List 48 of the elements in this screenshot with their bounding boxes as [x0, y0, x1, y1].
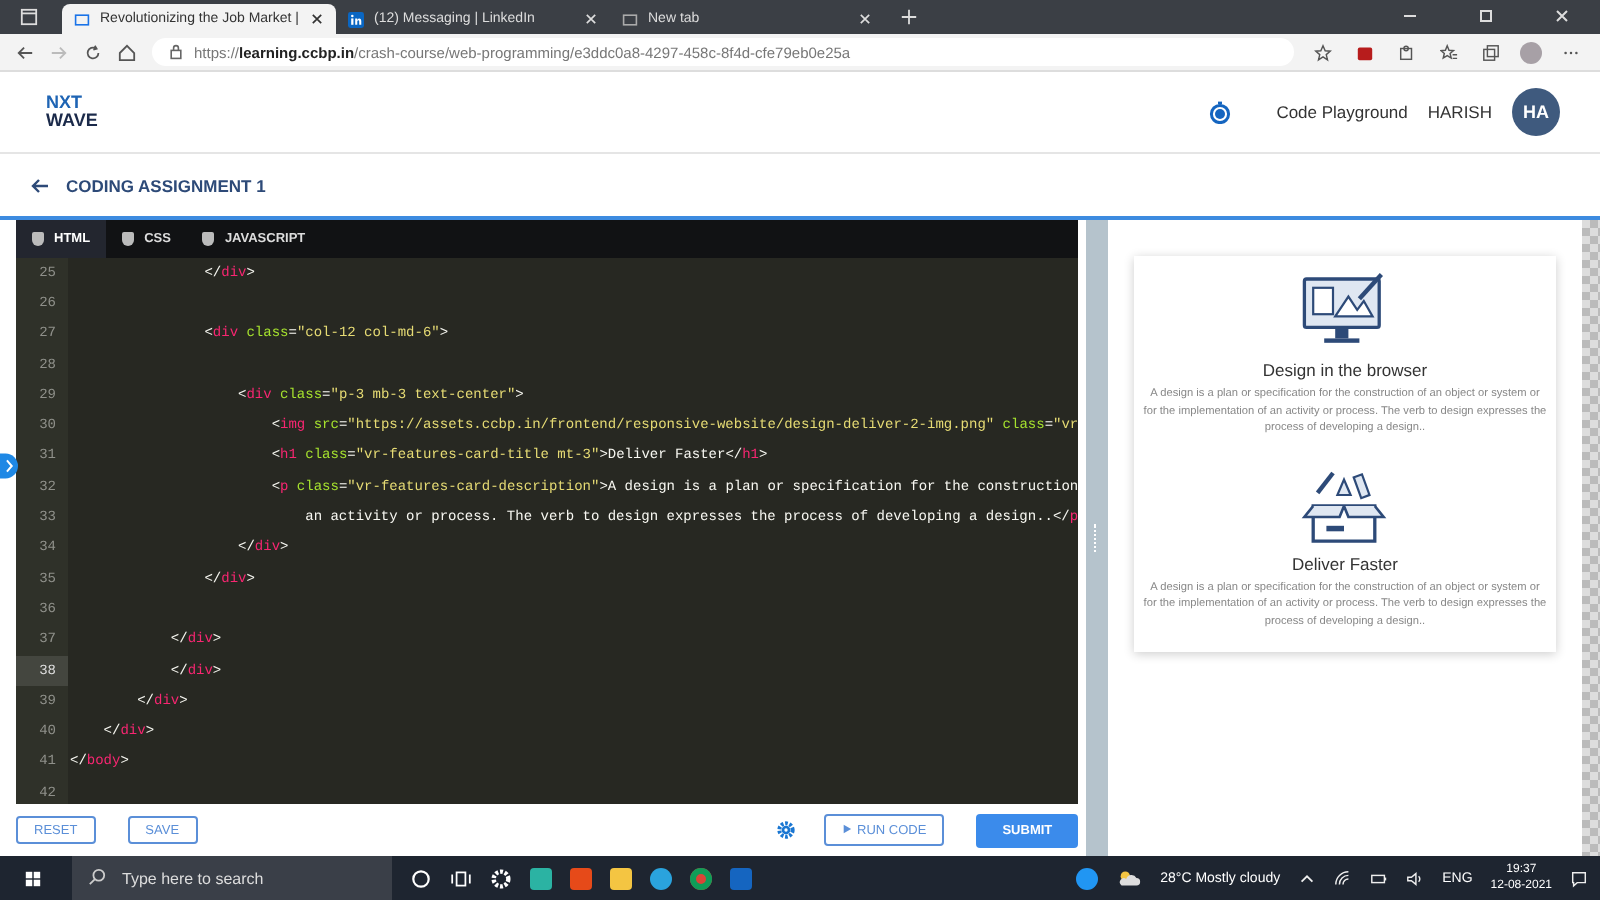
app-icon[interactable]: [730, 867, 752, 889]
code-playground-link[interactable]: Code Playground: [1276, 102, 1408, 122]
play-icon: [841, 823, 852, 833]
cloud-icon: [1116, 868, 1143, 888]
network-icon[interactable]: [1334, 869, 1353, 887]
feature-title: Deliver Faster: [1292, 553, 1398, 574]
page-icon: [622, 11, 638, 27]
user-avatar[interactable]: HA: [1512, 88, 1560, 136]
close-icon[interactable]: [1552, 6, 1572, 26]
file-icon: [122, 232, 135, 246]
expand-button[interactable]: [0, 448, 18, 484]
resize-handle[interactable]: [1086, 220, 1109, 856]
back-icon[interactable]: [16, 43, 34, 61]
feature-title: Design in the browser: [1262, 360, 1428, 380]
extension-icon[interactable]: [1356, 43, 1374, 61]
taskbar-search-field[interactable]: Type here to search: [72, 856, 392, 900]
user-name: HARISH: [1427, 102, 1492, 122]
notifications-icon[interactable]: [1570, 869, 1588, 887]
file-icon: [32, 232, 44, 246]
back-icon[interactable]: [30, 175, 50, 195]
collections-icon[interactable]: [1482, 43, 1500, 61]
chrome-icon[interactable]: [690, 867, 712, 889]
cortana-icon[interactable]: [410, 867, 432, 889]
search-icon: [88, 868, 106, 886]
reload-icon[interactable]: [84, 43, 102, 61]
battery-icon[interactable]: [1370, 869, 1389, 887]
home-icon[interactable]: [118, 43, 136, 61]
windows-start-icon[interactable]: [24, 869, 42, 887]
star-icon[interactable]: [1314, 43, 1332, 61]
tab-actions-icon[interactable]: [20, 8, 38, 26]
telegram-icon[interactable]: [650, 867, 672, 889]
speaker-icon[interactable]: [1406, 869, 1425, 887]
maximize-icon[interactable]: [1476, 6, 1496, 26]
stopwatch-icon[interactable]: [1208, 100, 1233, 124]
logo[interactable]: NXT WAVE: [46, 94, 98, 130]
page-icon: [74, 11, 90, 27]
folder-icon[interactable]: [610, 867, 632, 889]
assignment-title: CODING ASSIGNMENT 1: [66, 175, 266, 195]
lock-icon: [168, 44, 184, 60]
linkedin-icon: [348, 11, 364, 27]
office-icon[interactable]: [570, 867, 592, 889]
favorites-icon[interactable]: [1440, 43, 1458, 61]
help-icon[interactable]: [1076, 867, 1099, 889]
close-icon[interactable]: [310, 12, 324, 26]
browser-icon[interactable]: [530, 867, 552, 889]
new-tab-icon[interactable]: [900, 8, 918, 26]
file-icon: [202, 232, 215, 246]
task-view-icon[interactable]: [450, 867, 472, 889]
